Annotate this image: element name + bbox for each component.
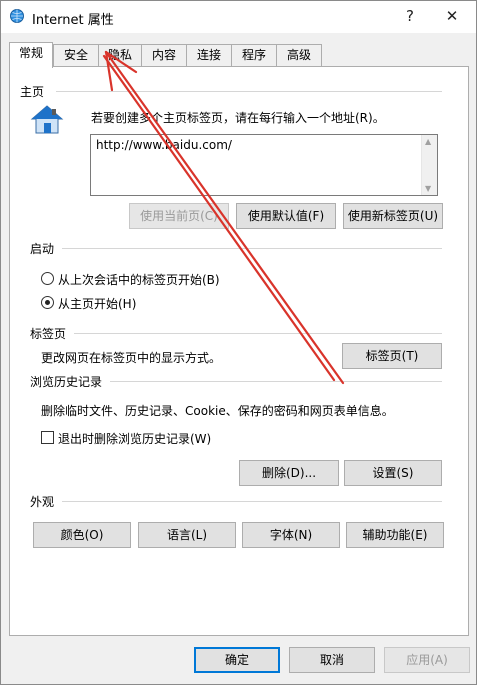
startup-section-label: 启动: [30, 242, 55, 256]
tab-privacy[interactable]: 隐私: [98, 44, 142, 67]
scroll-down-icon[interactable]: ▼: [425, 184, 431, 193]
accessibility-button[interactable]: 辅助功能(E): [346, 522, 444, 548]
radio-home-page-label[interactable]: 从主页开始(H): [58, 295, 136, 312]
title-bar: Internet 属性 ? ✕: [1, 1, 476, 33]
appearance-section-label: 外观: [30, 495, 55, 509]
tab-advanced[interactable]: 高级: [276, 44, 322, 67]
tab-programs[interactable]: 程序: [231, 44, 277, 67]
radio-last-session[interactable]: [41, 272, 54, 285]
urls-scrollbar[interactable]: ▲ ▼: [421, 135, 437, 195]
colors-button[interactable]: 颜色(O): [33, 522, 131, 548]
ok-button[interactable]: 确定: [194, 647, 280, 673]
apply-button[interactable]: 应用(A): [384, 647, 470, 673]
tabs-separator: [74, 333, 442, 334]
help-button[interactable]: ?: [399, 5, 421, 27]
home-page-url-value: http://www.baidu.com/: [96, 138, 232, 152]
radio-last-session-label[interactable]: 从上次会话中的标签页开始(B): [58, 271, 220, 288]
use-current-button[interactable]: 使用当前页(C): [129, 203, 229, 229]
internet-options-icon: [10, 9, 24, 23]
internet-properties-dialog: Internet 属性 ? ✕ 常规 安全 隐私 内容 连接 程序 高级 主页 …: [0, 0, 477, 685]
use-default-button[interactable]: 使用默认值(F): [236, 203, 336, 229]
tab-security[interactable]: 安全: [53, 44, 99, 67]
tab-connections[interactable]: 连接: [186, 44, 232, 67]
radio-home-page[interactable]: [41, 296, 54, 309]
history-settings-button[interactable]: 设置(S): [344, 460, 442, 486]
delete-on-exit-checkbox[interactable]: [41, 431, 54, 444]
tab-general[interactable]: 常规: [9, 42, 53, 68]
home-separator: [56, 91, 442, 92]
tabs-button[interactable]: 标签页(T): [342, 343, 442, 369]
delete-on-exit-label[interactable]: 退出时删除浏览历史记录(W): [58, 430, 211, 447]
home-page-urls-input[interactable]: http://www.baidu.com/ ▲ ▼: [90, 134, 438, 196]
home-icon: [30, 105, 64, 134]
history-description: 删除临时文件、历史记录、Cookie、保存的密码和网页表单信息。: [41, 404, 394, 418]
delete-history-button[interactable]: 删除(D)...: [239, 460, 339, 486]
tabs-description: 更改网页在标签页中的显示方式。: [41, 351, 222, 365]
languages-button[interactable]: 语言(L): [138, 522, 236, 548]
tabs-section-label: 标签页: [30, 327, 67, 341]
close-button[interactable]: ✕: [441, 5, 463, 27]
use-new-tab-button[interactable]: 使用新标签页(U): [343, 203, 443, 229]
home-section-label: 主页: [20, 85, 45, 99]
home-instruction: 若要创建多个主页标签页，请在每行输入一个地址(R)。: [91, 111, 385, 125]
history-section-label: 浏览历史记录: [30, 375, 103, 389]
startup-separator: [62, 248, 442, 249]
tab-content[interactable]: 内容: [141, 44, 187, 67]
fonts-button[interactable]: 字体(N): [242, 522, 340, 548]
scroll-up-icon[interactable]: ▲: [425, 137, 431, 146]
appearance-separator: [62, 501, 442, 502]
history-separator: [110, 381, 442, 382]
cancel-button[interactable]: 取消: [289, 647, 375, 673]
general-tab-panel: 主页 若要创建多个主页标签页，请在每行输入一个地址(R)。 http://www…: [9, 66, 469, 636]
window-title: Internet 属性: [32, 13, 114, 28]
